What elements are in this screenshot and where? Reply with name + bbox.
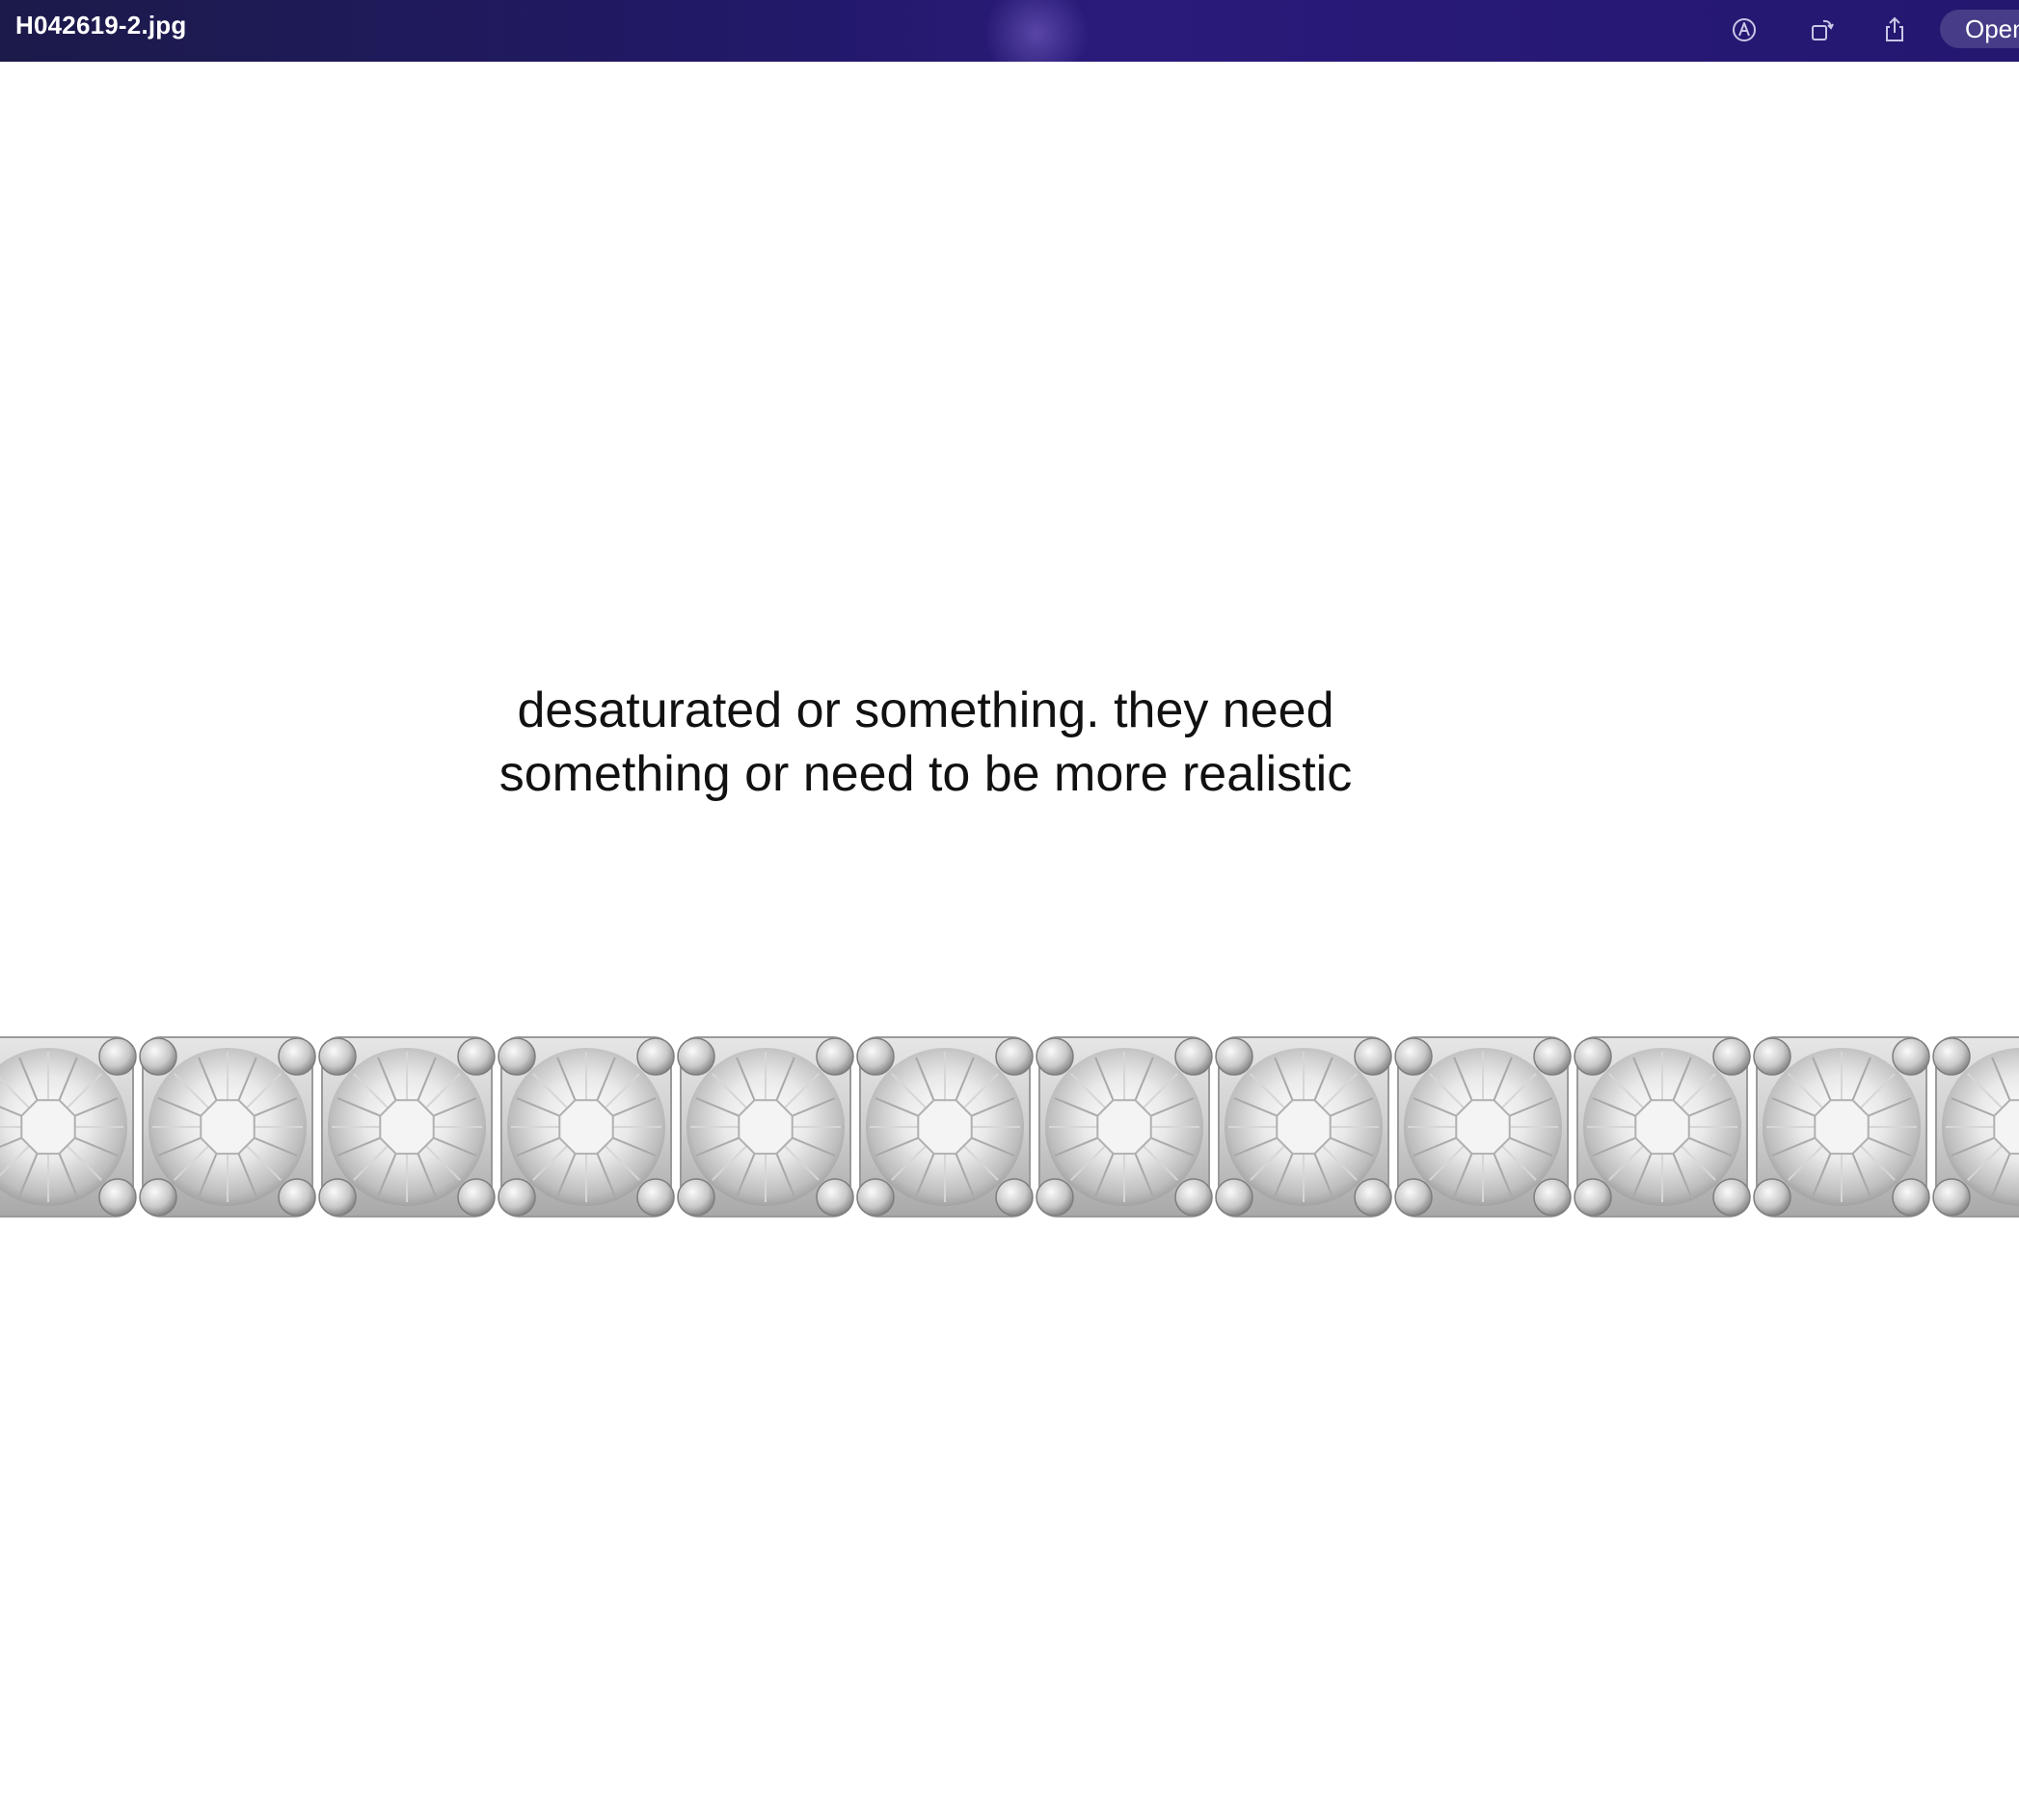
prong (1574, 1178, 1612, 1217)
prong (1932, 1037, 1971, 1076)
rotate-icon[interactable] (1801, 10, 1842, 50)
prong (856, 1178, 895, 1217)
prong (1533, 1178, 1572, 1217)
prong (1174, 1178, 1213, 1217)
bracelet-link (856, 1036, 1034, 1218)
prong (677, 1178, 715, 1217)
bracelet-link (1574, 1036, 1751, 1218)
markup-icon[interactable] (1724, 10, 1764, 50)
prong (995, 1037, 1034, 1076)
prong (1932, 1178, 1971, 1217)
rotate-icon-glyph (1812, 19, 1834, 40)
prong (995, 1178, 1034, 1217)
prong (457, 1178, 496, 1217)
prong (1533, 1037, 1572, 1076)
prong (498, 1037, 536, 1076)
image-caption: desaturated or something. they need some… (347, 679, 1504, 806)
prong (278, 1178, 316, 1217)
caption-line-2: something or need to be more realistic (498, 746, 1353, 802)
prong (856, 1037, 895, 1076)
prong (98, 1037, 137, 1076)
bracelet-stones (0, 1036, 2019, 1218)
title-bar: H042619-2.jpg Open (0, 0, 2019, 62)
bracelet-link (677, 1036, 854, 1218)
caption-line-1: desaturated or something. they need (517, 682, 1334, 738)
prong (1354, 1178, 1392, 1217)
prong (1892, 1178, 1930, 1217)
prong (677, 1037, 715, 1076)
image-canvas: desaturated or something. they need some… (0, 62, 2019, 1820)
prong (498, 1178, 536, 1217)
bracelet-image (0, 1036, 2019, 1218)
share-icon-glyph (1886, 16, 1903, 41)
prong (1712, 1178, 1751, 1217)
prong (1574, 1037, 1612, 1076)
bracelet-link (1036, 1036, 1213, 1218)
titlebar-glow (983, 0, 1090, 62)
bracelet-link (1215, 1036, 1392, 1218)
prong (1036, 1037, 1074, 1076)
prong (1036, 1178, 1074, 1217)
bracelet-link (1753, 1036, 1930, 1218)
prong (1215, 1178, 1253, 1217)
prong (1394, 1037, 1433, 1076)
prong (1174, 1037, 1213, 1076)
bracelet-link (139, 1036, 316, 1218)
prong (318, 1037, 357, 1076)
prong (816, 1178, 854, 1217)
open-button[interactable]: Open (1940, 10, 2019, 48)
prong (636, 1037, 675, 1076)
prong (278, 1037, 316, 1076)
bracelet-link (1394, 1036, 1572, 1218)
prong (139, 1178, 177, 1217)
window-title: H042619-2.jpg (15, 11, 187, 40)
prong (1215, 1037, 1253, 1076)
prong (98, 1178, 137, 1217)
prong (1892, 1037, 1930, 1076)
prong (318, 1178, 357, 1217)
bracelet-link (498, 1036, 675, 1218)
prong (1712, 1037, 1751, 1076)
prong (1394, 1178, 1433, 1217)
prong (636, 1178, 675, 1217)
prong (457, 1037, 496, 1076)
share-icon[interactable] (1874, 10, 1915, 50)
prong (1753, 1037, 1791, 1076)
prong (139, 1037, 177, 1076)
bracelet-link (1932, 1036, 2019, 1218)
bracelet-link (0, 1036, 137, 1218)
prong (1753, 1178, 1791, 1217)
bracelet-link (318, 1036, 496, 1218)
markup-icon-glyph (1733, 18, 1756, 41)
prong (816, 1037, 854, 1076)
prong (1354, 1037, 1392, 1076)
